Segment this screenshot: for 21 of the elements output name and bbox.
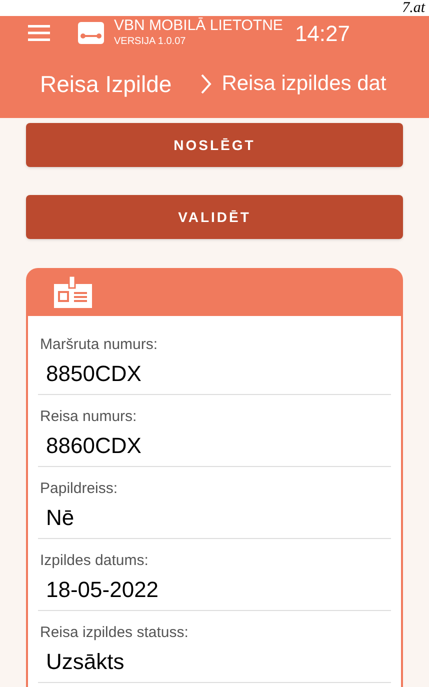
cut-text: 7.at <box>402 0 425 16</box>
field-value: Uzsākts <box>38 644 391 682</box>
chevron-right-icon <box>200 73 212 95</box>
menu-icon[interactable] <box>28 25 50 41</box>
action-button[interactable]: NOSLĒGT <box>26 123 403 167</box>
field-value: 8850CDX <box>38 356 391 394</box>
field-value: 18-05-2022 <box>38 572 391 610</box>
version-text: VERSIJA 1.0.07 <box>114 36 187 49</box>
field-label: Izpildes datums: <box>39 551 150 571</box>
field-label: Reisa izpildes statuss: <box>39 623 190 643</box>
app-title: VBN MOBILĀ LIETOTNE <box>114 17 283 36</box>
id-badge-icon <box>54 276 92 308</box>
field-value: Nē <box>38 500 391 538</box>
breadcrumb-item[interactable]: Reisa Izpilde <box>40 66 172 102</box>
clock-time: 14:27 <box>294 20 350 48</box>
action-button[interactable]: VALIDĒT <box>26 195 403 239</box>
breadcrumb-item[interactable]: Reisa izpildes dat <box>222 68 386 100</box>
field-label: Reisa numurs: <box>39 407 138 427</box>
field-label: Papildreiss: <box>39 479 119 499</box>
field-label: Maršruta numurs: <box>39 335 159 355</box>
field-value: 8860CDX <box>38 428 391 466</box>
